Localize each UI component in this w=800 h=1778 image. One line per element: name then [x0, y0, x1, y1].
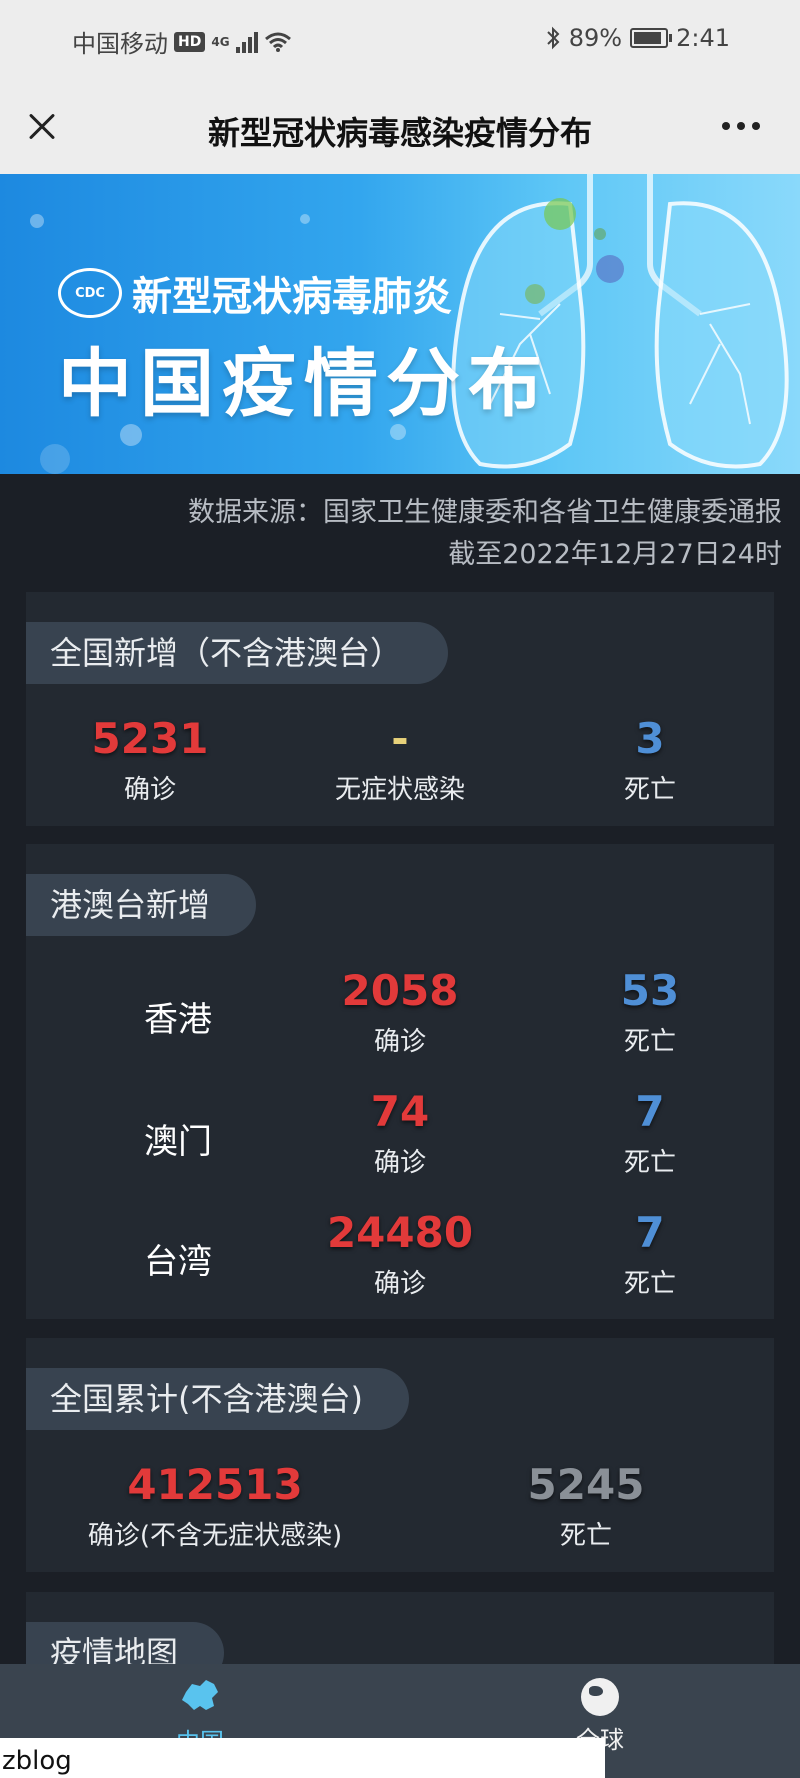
page-title: 新型冠状病毒感染疫情分布: [207, 114, 592, 152]
title-bar: 新型冠状病毒感染疫情分布: [0, 80, 800, 175]
watermark-strip: zblog: [0, 1738, 605, 1778]
region-confirmed: 24480 确诊: [300, 1208, 500, 1300]
confirmed-label: 确诊: [123, 775, 176, 805]
deaths-count: 5245: [527, 1460, 645, 1509]
national-new-confirmed: 5231 确诊: [50, 714, 250, 806]
clock: 2:41: [676, 24, 730, 52]
national-new-asymptomatic: - 无症状感染: [300, 714, 500, 806]
banner-subtitle-text: 新型冠状病毒肺炎: [132, 274, 452, 320]
battery-icon: [630, 28, 673, 48]
deaths-label: 死亡: [623, 1269, 676, 1299]
cdc-logo-icon: CDC: [58, 268, 122, 318]
banner: CDC 新型冠状病毒肺炎 中国疫情分布: [0, 174, 800, 474]
region-name: 台湾: [144, 1242, 212, 1282]
confirmed-label: 确诊: [373, 1269, 426, 1299]
confirmed-count: 74: [370, 1087, 430, 1136]
bluetooth-icon: [547, 26, 560, 50]
region-name: 澳门: [144, 1122, 212, 1162]
confirmed-count: 412513: [127, 1460, 303, 1509]
deaths-label: 死亡: [623, 775, 676, 805]
globe-icon: [581, 1678, 619, 1716]
national-new-heading: 全国新增（不含港澳台）: [26, 622, 449, 684]
confirmed-count: 2058: [341, 966, 459, 1015]
region-deaths: 7 死亡: [550, 1087, 750, 1179]
confirmed-label: 确诊: [373, 1148, 426, 1178]
banner-subtitle: CDC 新型冠状病毒肺炎: [58, 264, 452, 322]
wifi-icon: [264, 32, 291, 52]
confirmed-label: 确诊(不含无症状感染): [87, 1521, 343, 1551]
deaths-count: 53: [620, 966, 680, 1015]
deaths-label: 死亡: [623, 1148, 676, 1178]
data-source: 数据来源：国家卫生健康委和各省卫生健康委通报 截至2022年12月27日24时: [188, 492, 782, 576]
deaths-label: 死亡: [623, 1027, 676, 1057]
region-confirmed: 2058 确诊: [300, 966, 500, 1058]
hmt-new-heading: 港澳台新增: [26, 874, 257, 936]
watermark-text: zblog: [2, 1746, 72, 1776]
national-total-card: 全国累计(不含港澳台) 412513 确诊(不含无症状感染) 5245 死亡: [26, 1338, 774, 1572]
national-total-confirmed: 412513 确诊(不含无症状感染): [50, 1460, 380, 1552]
hmt-new-card: 港澳台新增 香港 2058 确诊 53 死亡 澳门 74 确诊 7 死亡 台湾 …: [26, 844, 774, 1319]
deaths-count: 3: [635, 714, 665, 763]
region-deaths: 7 死亡: [550, 1208, 750, 1300]
status-bar: 中国移动 HD 4G 89% 2:41: [0, 0, 800, 80]
more-options-button[interactable]: [722, 122, 760, 130]
data-cutoff-time: 截至2022年12月27日24时: [448, 539, 782, 570]
confirmed-count: 5231: [91, 714, 209, 763]
confirmed-label: 确诊: [373, 1027, 426, 1057]
region-deaths: 53 死亡: [550, 966, 750, 1058]
confirmed-count: 24480: [326, 1208, 474, 1257]
hd-badge: HD: [174, 31, 206, 52]
region-confirmed: 74 确诊: [300, 1087, 500, 1179]
battery-percent: 89%: [568, 24, 623, 52]
asymptomatic-count: -: [391, 714, 409, 763]
deaths-count: 7: [635, 1208, 665, 1257]
deaths-count: 7: [635, 1087, 665, 1136]
national-total-heading: 全国累计(不含港澳台): [26, 1368, 409, 1430]
map-card: 疫情地图: [26, 1592, 774, 1672]
national-total-deaths: 5245 死亡: [486, 1460, 686, 1552]
national-new-deaths: 3 死亡: [550, 714, 750, 806]
network-type: 4G: [211, 34, 230, 49]
banner-title: 中国疫情分布: [58, 341, 550, 427]
region-name: 香港: [144, 1000, 212, 1040]
asymptomatic-label: 无症状感染: [334, 775, 465, 805]
carrier-label: 中国移动: [72, 30, 168, 58]
national-new-card: 全国新增（不含港澳台） 5231 确诊 - 无症状感染 3 死亡: [26, 592, 774, 826]
data-source-text: 数据来源：国家卫生健康委和各省卫生健康委通报: [188, 497, 782, 528]
deaths-label: 死亡: [559, 1521, 612, 1551]
china-map-icon: [182, 1680, 218, 1710]
signal-icon: [235, 31, 258, 53]
